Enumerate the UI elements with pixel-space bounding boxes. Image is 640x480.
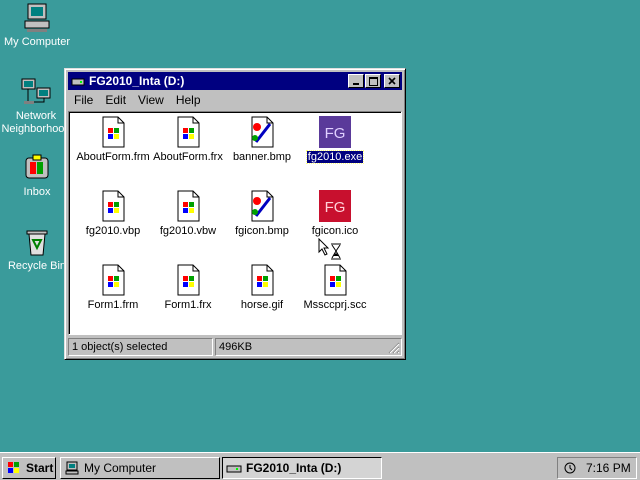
menu-view[interactable]: View	[132, 93, 170, 107]
vb-file-icon	[324, 264, 347, 296]
desktop-icon-label: My Computer	[3, 36, 71, 48]
minimize-button[interactable]	[348, 74, 364, 88]
drive-icon	[71, 78, 85, 86]
file-item[interactable]: AboutForm.frx	[150, 116, 226, 163]
file-item[interactable]: Form1.frx	[150, 264, 226, 311]
fg-ico-icon: FG	[319, 190, 351, 222]
bitmap-icon	[251, 190, 274, 222]
vb-file-icon	[177, 116, 200, 148]
window-title: FG2010_Inta (D:)	[89, 74, 185, 88]
menu-file[interactable]: File	[68, 93, 99, 107]
file-name: fg2010.vbw	[159, 225, 217, 237]
windows-logo-icon	[8, 462, 19, 473]
file-name: banner.bmp	[232, 151, 292, 163]
file-item[interactable]: fg2010.vbw	[150, 190, 226, 237]
maximize-icon	[368, 76, 378, 86]
file-name: AboutForm.frx	[153, 151, 223, 163]
file-name: fg2010.exe	[305, 150, 365, 164]
file-name: Form1.frm	[87, 299, 139, 311]
desktop-icon-my-computer[interactable]: My Computer	[1, 2, 73, 49]
svg-text:FG: FG	[325, 199, 346, 216]
desktop-icon-label: Recycle Bin	[7, 260, 67, 272]
taskbar-button-my-computer[interactable]: My Computer	[60, 457, 220, 479]
recycle-bin-icon	[26, 230, 48, 256]
menu-bar: File Edit View Help	[68, 91, 402, 109]
desktop-icon-inbox[interactable]: Inbox	[1, 152, 73, 199]
desktop-icon-label: Network Neighborhood	[1, 110, 71, 135]
busy-cursor-icon	[318, 238, 341, 260]
status-bar: 1 object(s) selected 496KB	[68, 338, 402, 356]
desktop-icon-label: Inbox	[23, 186, 51, 198]
taskbar-button-label: My Computer	[84, 461, 157, 475]
vb-file-icon	[177, 264, 200, 296]
computer-icon	[65, 461, 79, 475]
file-name: fgicon.ico	[311, 225, 359, 237]
menu-help[interactable]: Help	[170, 93, 207, 107]
file-item[interactable]: banner.bmp	[224, 116, 300, 163]
file-item[interactable]: Form1.frm	[75, 264, 151, 311]
taskbar-button-fg2010[interactable]: FG2010_Inta (D:)	[222, 457, 382, 479]
close-button[interactable]	[384, 74, 400, 88]
file-item[interactable]: AboutForm.frm	[75, 116, 151, 163]
network-icon	[21, 78, 51, 104]
file-name: Form1.frx	[164, 299, 212, 311]
file-item[interactable]: horse.gif	[224, 264, 300, 311]
minimize-icon	[353, 83, 359, 85]
status-selection: 1 object(s) selected	[68, 338, 213, 356]
vb-file-icon	[177, 190, 200, 222]
bitmap-icon	[251, 116, 274, 148]
inbox-icon	[25, 154, 49, 179]
vb-file-icon	[251, 264, 274, 296]
vb-file-icon	[102, 190, 125, 222]
close-icon	[388, 77, 396, 85]
taskbar-button-label: FG2010_Inta (D:)	[246, 461, 342, 475]
file-name: fgicon.bmp	[235, 225, 289, 237]
taskbar: Start My Computer FG2010_Inta (D:) 7:16 …	[0, 452, 640, 480]
file-name: AboutForm.frm	[76, 151, 150, 163]
vb-file-icon	[102, 264, 125, 296]
svg-text:FG: FG	[325, 125, 346, 142]
file-list: AboutForm.frm AboutForm.frx banner.bmp F…	[68, 111, 402, 335]
fg-app-icon: FG	[319, 116, 351, 148]
window-titlebar[interactable]: FG2010_Inta (D:)	[68, 72, 402, 90]
file-item[interactable]: FG fgicon.ico	[297, 190, 373, 237]
file-name: fg2010.vbp	[85, 225, 141, 237]
start-label: Start	[26, 461, 54, 475]
tray-icon[interactable]	[562, 461, 578, 475]
vb-file-icon	[102, 116, 125, 148]
maximize-button[interactable]	[365, 74, 381, 88]
file-name: Mssccprj.scc	[303, 299, 367, 311]
start-button[interactable]: Start	[2, 457, 56, 479]
system-tray: 7:16 PM	[557, 457, 637, 479]
clock[interactable]: 7:16 PM	[586, 461, 631, 475]
status-size: 496KB	[215, 338, 402, 356]
menu-edit[interactable]: Edit	[99, 93, 132, 107]
file-name: horse.gif	[240, 299, 284, 311]
file-item[interactable]: fgicon.bmp	[224, 190, 300, 237]
file-item[interactable]: Mssccprj.scc	[297, 264, 373, 311]
desktop-icon-network-neighborhood[interactable]: Network Neighborhood	[0, 76, 72, 136]
desktop-icon-recycle-bin[interactable]: Recycle Bin	[1, 226, 73, 273]
resize-grip-icon[interactable]	[388, 342, 400, 354]
computer-icon	[24, 3, 50, 32]
file-item[interactable]: fg2010.vbp	[75, 190, 151, 237]
file-item-selected[interactable]: FG fg2010.exe	[297, 116, 373, 164]
drive-icon	[226, 465, 242, 473]
explorer-window[interactable]: FG2010_Inta (D:) File Edit View Help Abo…	[64, 68, 406, 360]
